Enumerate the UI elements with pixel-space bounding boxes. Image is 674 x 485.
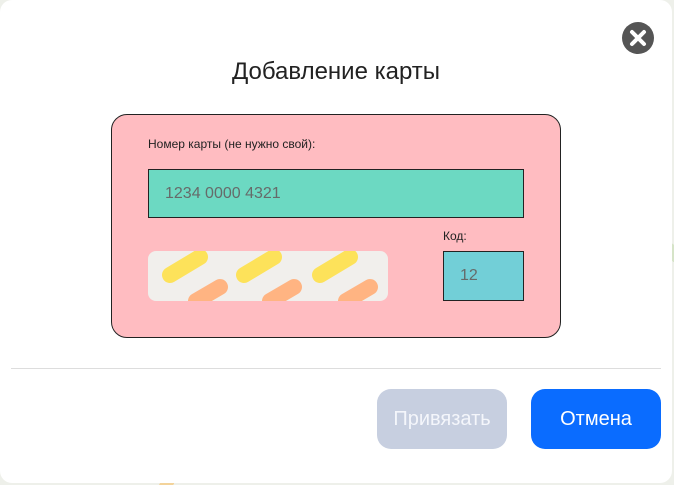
cancel-button[interactable]: Отмена bbox=[531, 389, 661, 449]
code-input[interactable] bbox=[443, 251, 524, 301]
card-number-label: Номер карты (не нужно свой): bbox=[148, 137, 316, 151]
card-pattern-strip bbox=[148, 251, 388, 301]
code-label: Код: bbox=[443, 229, 467, 243]
close-icon bbox=[630, 30, 646, 46]
card-pattern-graphic bbox=[162, 251, 378, 301]
card-illustration: Номер карты (не нужно свой): Код: bbox=[111, 114, 561, 338]
close-button[interactable] bbox=[622, 22, 654, 54]
bind-button[interactable]: Привязать bbox=[377, 389, 507, 449]
dialog-title: Добавление карты bbox=[231, 58, 441, 85]
add-card-dialog: Добавление карты Номер карты (не нужно с… bbox=[0, 0, 672, 483]
footer-divider bbox=[11, 368, 661, 369]
card-number-input[interactable] bbox=[148, 169, 524, 218]
